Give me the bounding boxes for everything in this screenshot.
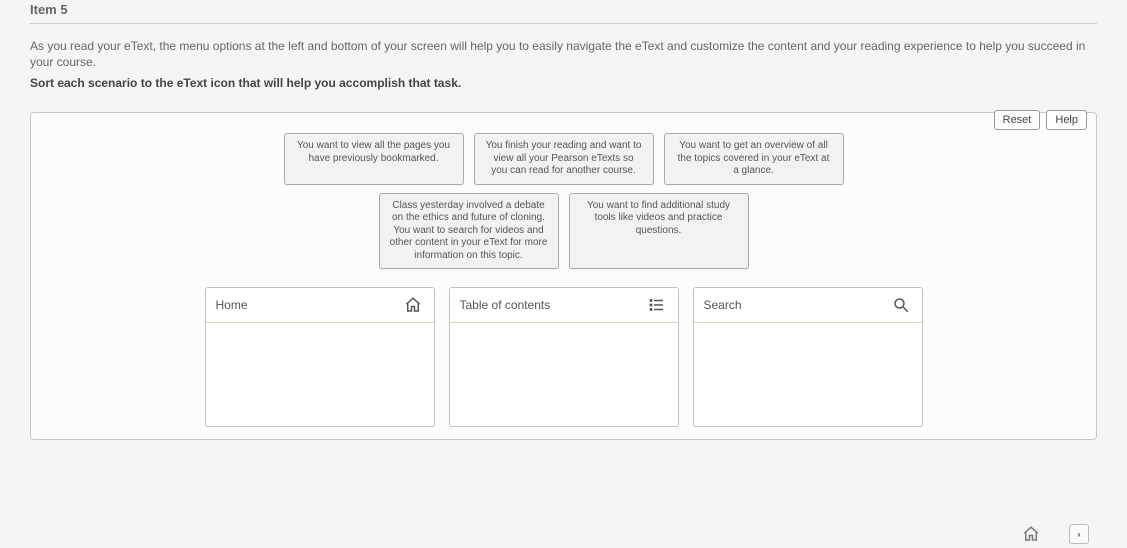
item-header: Item 5	[30, 0, 1097, 24]
drop-zone-home[interactable]: Home	[205, 287, 435, 427]
scenario-card[interactable]: Class yesterday involved a debate on the…	[379, 193, 559, 270]
scenario-card[interactable]: You want to find additional study tools …	[569, 193, 749, 270]
search-icon	[890, 294, 912, 316]
scenario-card[interactable]: You finish your reading and want to view…	[474, 133, 654, 185]
intro-text: As you read your eText, the menu options…	[30, 38, 1097, 70]
footer-home-icon[interactable]	[1021, 524, 1041, 544]
help-button[interactable]: Help	[1046, 110, 1087, 130]
home-icon	[402, 294, 424, 316]
drop-zone-label: Search	[704, 298, 890, 312]
sort-activity: You want to view all the pages you have …	[30, 112, 1097, 440]
list-icon	[646, 294, 668, 316]
reset-button[interactable]: Reset	[994, 110, 1041, 130]
drop-zone-search[interactable]: Search	[693, 287, 923, 427]
instruction-text: Sort each scenario to the eText icon tha…	[30, 76, 1097, 90]
footer-info-button[interactable]	[1069, 524, 1089, 544]
drop-zone-label: Table of contents	[460, 298, 646, 312]
drop-zone-toc[interactable]: Table of contents	[449, 287, 679, 427]
scenario-card[interactable]: You want to view all the pages you have …	[284, 133, 464, 185]
cards-area: You want to view all the pages you have …	[43, 125, 1084, 273]
scenario-card[interactable]: You want to get an overview of all the t…	[664, 133, 844, 185]
drop-zone-label: Home	[216, 298, 402, 312]
